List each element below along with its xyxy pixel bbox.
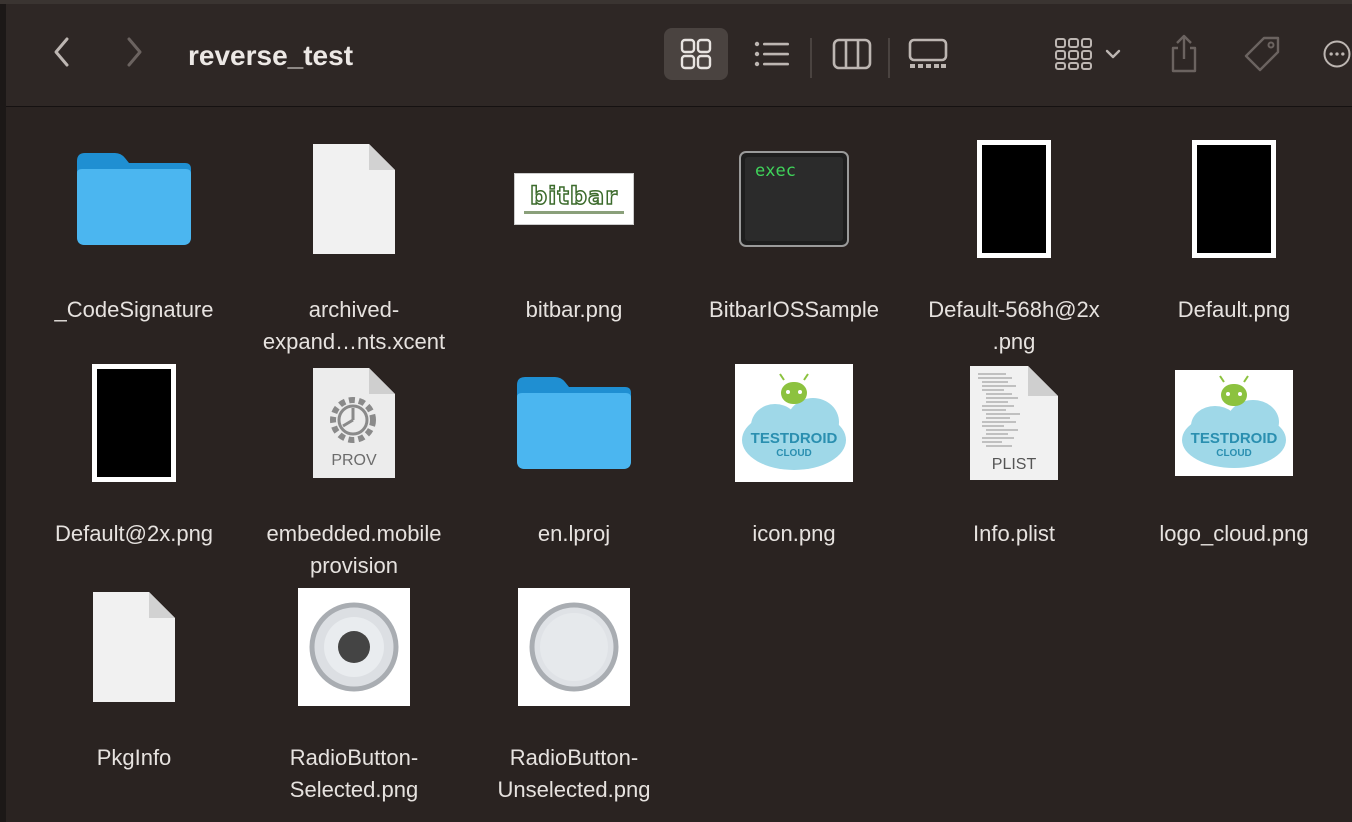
list-view-button[interactable] bbox=[744, 28, 800, 80]
finder-toolbar: reverse_test bbox=[6, 4, 1352, 107]
chevron-left-icon bbox=[54, 37, 69, 67]
toolbar-divider bbox=[888, 38, 890, 78]
gallery-view-button[interactable] bbox=[900, 28, 956, 80]
file-name: BitbarIOSSample bbox=[709, 297, 879, 322]
column-view-button[interactable] bbox=[824, 28, 880, 80]
bitbar-thumbnail: bitbar bbox=[514, 173, 634, 225]
file-grid: _CodeSignature archived- expand…nts.xcen… bbox=[6, 107, 1352, 822]
testdroid-thumbnail: TESTDROID CLOUD bbox=[1175, 370, 1293, 476]
tag-icon bbox=[1244, 36, 1280, 72]
folder-icon bbox=[517, 377, 631, 469]
forward-button[interactable] bbox=[116, 32, 152, 72]
file-name: bitbar.png bbox=[525, 297, 623, 322]
list-view-icon bbox=[754, 41, 789, 67]
folder-icon bbox=[77, 153, 191, 245]
share-button[interactable] bbox=[1162, 26, 1206, 82]
group-by-button[interactable] bbox=[1046, 28, 1130, 80]
file-name: RadioButton- Unselected.png bbox=[497, 745, 651, 802]
radio-unselected-thumbnail bbox=[518, 588, 630, 706]
back-button[interactable] bbox=[44, 32, 80, 72]
icon-grid-icon bbox=[680, 38, 712, 70]
radio-selected-thumbnail bbox=[298, 588, 410, 706]
image-thumbnail bbox=[1192, 140, 1276, 258]
file-name: archived- expand…nts.xcent bbox=[262, 297, 446, 354]
share-icon bbox=[1171, 34, 1197, 73]
file-name: Default@2x.png bbox=[54, 521, 214, 546]
gallery-view-icon bbox=[908, 38, 948, 68]
chevron-down-icon bbox=[1105, 49, 1121, 59]
file-name: _CodeSignature bbox=[54, 297, 214, 322]
file-name: RadioButton- Selected.png bbox=[289, 745, 419, 802]
toolbar-divider bbox=[810, 38, 812, 78]
image-thumbnail bbox=[977, 140, 1051, 258]
window-title: reverse_test bbox=[188, 40, 354, 71]
file-name: Info.plist bbox=[973, 521, 1055, 546]
icon-view-button[interactable] bbox=[664, 28, 728, 80]
file-name: logo_cloud.png bbox=[1159, 521, 1309, 546]
image-thumbnail bbox=[92, 364, 176, 482]
plist-icon: PLIST bbox=[968, 364, 1060, 482]
column-view-icon bbox=[832, 38, 872, 70]
terminal-exec-icon: exec bbox=[739, 151, 849, 247]
testdroid-thumbnail: TESTDROID CLOUD bbox=[735, 364, 853, 482]
document-icon bbox=[93, 592, 175, 702]
file-name: en.lproj bbox=[537, 521, 611, 546]
file-name: Default.png bbox=[1177, 297, 1291, 322]
document-icon bbox=[313, 144, 395, 254]
more-icon bbox=[1323, 40, 1351, 68]
tag-button[interactable] bbox=[1238, 30, 1286, 78]
more-button[interactable] bbox=[1322, 32, 1352, 76]
provisioning-profile-icon: PROV bbox=[309, 364, 399, 482]
chevron-right-icon bbox=[127, 37, 142, 67]
file-name: icon.png bbox=[752, 521, 836, 546]
file-name: PkgInfo bbox=[96, 745, 172, 770]
file-name: embedded.mobile provision bbox=[266, 521, 442, 578]
group-by-icon bbox=[1055, 38, 1092, 70]
file-name: Default-568h@2x .png bbox=[928, 297, 1100, 354]
